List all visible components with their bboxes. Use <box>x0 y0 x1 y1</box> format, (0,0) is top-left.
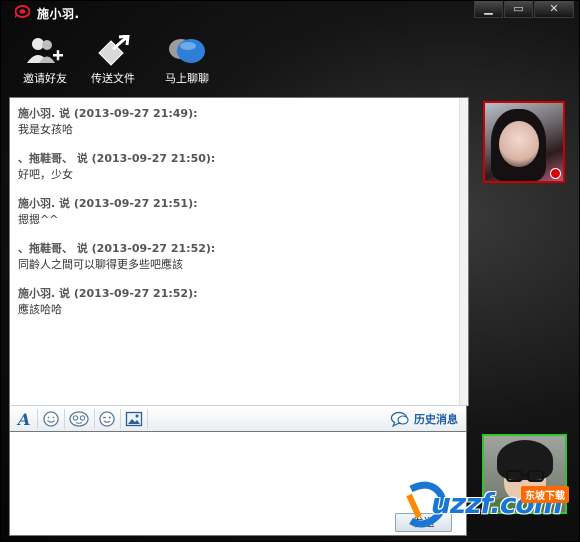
message-header: 、拖鞋哥、 说 (2013-09-27 21:52): <box>18 242 216 255</box>
window-controls: ▁ ▭ ✕ <box>473 1 574 18</box>
toolbar: 邀请好友 传送文件 马上聊聊 <box>9 35 223 86</box>
separator <box>147 409 148 429</box>
chat-bubbles-icon <box>169 39 205 63</box>
avatar-face <box>499 121 539 167</box>
separator <box>64 409 65 429</box>
format-toolbar: A 历史消息 <box>9 405 467 432</box>
message-text: 我是女孩哈 <box>18 123 73 136</box>
send-file-label: 传送文件 <box>91 72 135 85</box>
wink-icon[interactable] <box>98 410 116 428</box>
invite-friend-button[interactable]: 邀请好友 <box>9 35 81 86</box>
minimize-button[interactable]: ▁ <box>474 1 503 18</box>
invite-friend-label: 邀请好友 <box>23 72 67 85</box>
message-history[interactable]: 施小羽. 说 (2013-09-27 21:49): 我是女孩哈 、拖鞋哥、 说… <box>9 97 469 406</box>
message: 施小羽. 说 (2013-09-27 21:51): 摁摁^^ <box>18 196 198 228</box>
message-header: 、拖鞋哥、 说 (2013-09-27 21:50): <box>18 152 216 165</box>
message-input[interactable]: 发送 <box>9 432 467 536</box>
font-icon[interactable]: A <box>16 410 34 428</box>
message-text: 摁摁^^ <box>18 213 59 226</box>
contact-avatar[interactable] <box>483 101 565 183</box>
window-title: 施小羽. <box>37 7 80 21</box>
history-chat-icon <box>390 411 409 427</box>
message: 、拖鞋哥、 说 (2013-09-27 21:52): 同齡人之間可以聊得更多些… <box>18 241 215 273</box>
start-chat-label: 马上聊聊 <box>165 72 209 85</box>
send-file-icon <box>98 35 130 66</box>
title-bar[interactable]: 施小羽. ▁ ▭ ✕ <box>1 1 579 23</box>
scrollbar[interactable] <box>459 98 468 406</box>
separator <box>37 409 38 429</box>
maximize-button[interactable]: ▭ <box>504 1 533 18</box>
message-text: 應該哈哈 <box>18 303 62 316</box>
history-label: 历史消息 <box>414 413 458 426</box>
app-logo-icon <box>15 5 30 18</box>
emoji-icon[interactable] <box>42 410 60 428</box>
message-text: 好吧，少女 <box>18 168 73 181</box>
close-button[interactable]: ✕ <box>534 1 574 18</box>
watermark-tag: 东坡下载 <box>521 486 569 503</box>
message: 、拖鞋哥、 说 (2013-09-27 21:50): 好吧，少女 <box>18 151 215 183</box>
animated-emoji-icon[interactable] <box>68 410 90 428</box>
message-header: 施小羽. 说 (2013-09-27 21:49): <box>18 107 198 120</box>
message: 施小羽. 说 (2013-09-27 21:49): 我是女孩哈 <box>18 106 198 138</box>
message: 施小羽. 说 (2013-09-27 21:52): 應該哈哈 <box>18 286 198 318</box>
chat-window: 施小羽. ▁ ▭ ✕ 邀请好友 传送文件 马上聊聊 施小羽. 说 (2013-0… <box>0 0 580 542</box>
send-file-button[interactable]: 传送文件 <box>77 35 149 86</box>
image-icon[interactable] <box>125 410 143 428</box>
message-header: 施小羽. 说 (2013-09-27 21:52): <box>18 287 198 300</box>
history-button[interactable]: 历史消息 <box>390 411 458 427</box>
separator <box>120 409 121 429</box>
start-chat-button[interactable]: 马上聊聊 <box>151 35 223 86</box>
svg-text:A: A <box>16 410 30 428</box>
status-badge-icon <box>550 168 561 179</box>
separator <box>94 409 95 429</box>
message-text: 同齡人之間可以聊得更多些吧應該 <box>18 258 183 271</box>
watermark: uzzf.com 东坡下载 <box>401 479 579 541</box>
add-friend-icon <box>27 38 63 63</box>
message-header: 施小羽. 说 (2013-09-27 21:51): <box>18 197 198 210</box>
